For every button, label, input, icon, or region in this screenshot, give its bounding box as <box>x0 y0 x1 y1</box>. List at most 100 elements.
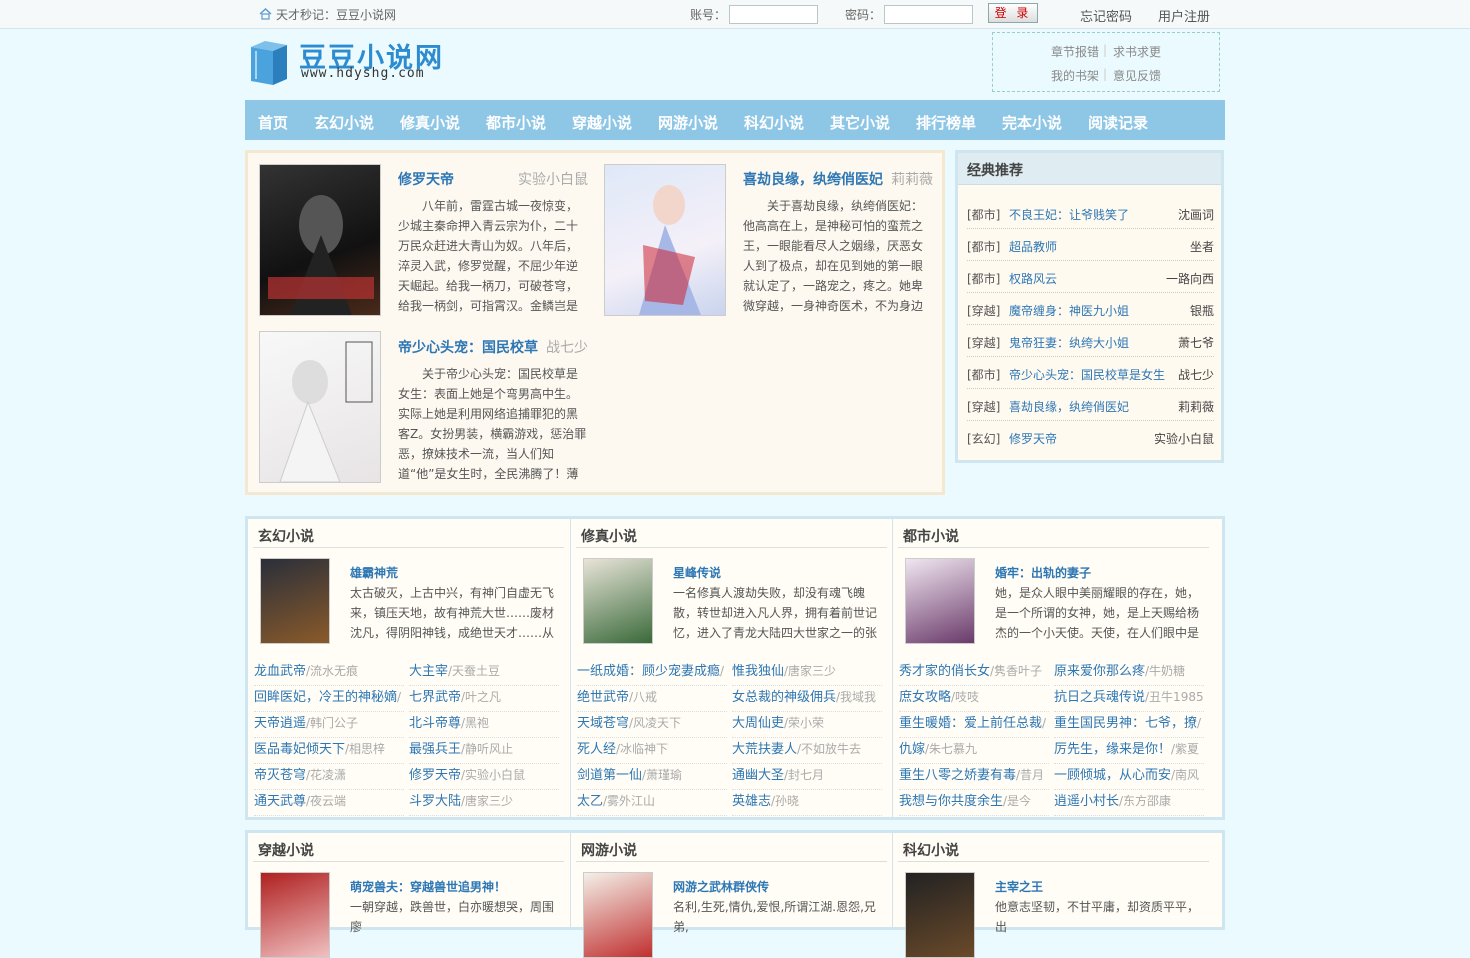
book-link[interactable]: 厉先生，缘来是你！ <box>1054 742 1171 757</box>
book-link[interactable]: 大周仙吏 <box>732 716 784 731</box>
book-title[interactable]: 喜劫良缘，纨绔俏医妃 <box>743 169 883 189</box>
book-cover[interactable] <box>905 872 975 958</box>
account-input[interactable] <box>729 5 818 24</box>
book-author[interactable]: 莉莉薇 <box>878 169 933 189</box>
category-heading[interactable]: 修真小说 <box>576 522 887 548</box>
book-link[interactable]: 帝灭苍穹 <box>254 768 306 783</box>
nav-qita[interactable]: 其它小说 <box>830 112 890 133</box>
nav-home[interactable]: 首页 <box>258 112 288 133</box>
list-item: 最强兵王/静听风止 <box>409 738 559 764</box>
book-link[interactable]: 重生暖婚：爱上前任总裁 <box>899 716 1042 731</box>
book-link[interactable]: 超品教师 <box>1009 238 1057 255</box>
book-link[interactable]: 医品毒妃倾天下 <box>254 742 345 757</box>
book-link[interactable]: 修罗天帝 <box>1009 430 1057 447</box>
category-heading[interactable]: 科幻小说 <box>898 836 1209 862</box>
book-link[interactable]: 死人经 <box>577 742 616 757</box>
book-title[interactable]: 星峰传说 <box>673 564 721 581</box>
nav-history[interactable]: 阅读记录 <box>1088 112 1148 133</box>
book-link[interactable]: 太乙 <box>577 794 603 809</box>
book-link[interactable]: 帝少心头宠：国民校草是女生 <box>1009 366 1165 383</box>
book-link[interactable]: 天域苍穹 <box>577 716 629 731</box>
book-link[interactable]: 通天武尊 <box>254 794 306 809</box>
book-title[interactable]: 网游之武林群侠传 <box>673 878 769 895</box>
category-heading[interactable]: 穿越小说 <box>253 836 564 862</box>
author-name: /我域我 <box>836 690 877 704</box>
author-name: /天蚕土豆 <box>448 664 501 678</box>
category-heading[interactable]: 玄幻小说 <box>253 522 564 548</box>
book-link[interactable]: 龙血武帝 <box>254 664 306 679</box>
book-link[interactable]: 重生八零之娇妻有毒 <box>899 768 1016 783</box>
nav-xuanhuan[interactable]: 玄幻小说 <box>314 112 374 133</box>
book-link[interactable]: 原来爱你那么疼 <box>1054 664 1145 679</box>
book-link[interactable]: 逍遥小村长 <box>1054 794 1119 809</box>
author-name: 莉莉薇 <box>1177 400 1214 414</box>
list-item: 通天武尊/夜云端 <box>254 790 404 816</box>
book-cover[interactable] <box>259 164 381 316</box>
book-link[interactable]: 大主宰 <box>409 664 448 679</box>
book-cover[interactable] <box>260 872 330 958</box>
category-heading[interactable]: 网游小说 <box>576 836 887 862</box>
category-heading[interactable]: 都市小说 <box>898 522 1209 548</box>
nav-kehuan[interactable]: 科幻小说 <box>744 112 804 133</box>
book-link[interactable]: 惟我独仙 <box>732 664 784 679</box>
nav-chuanyue[interactable]: 穿越小说 <box>572 112 632 133</box>
book-cover[interactable] <box>260 558 330 644</box>
book-link[interactable]: 七界武帝 <box>409 690 461 705</box>
nav-dushi[interactable]: 都市小说 <box>486 112 546 133</box>
book-link[interactable]: 秀才家的俏长女 <box>899 664 990 679</box>
book-link[interactable]: 英雄志 <box>732 794 771 809</box>
nav-wangyou[interactable]: 网游小说 <box>658 112 718 133</box>
book-link[interactable]: 我想与你共度余生 <box>899 794 1003 809</box>
book-title[interactable]: 萌宠兽夫：穿越兽世追男神！ <box>350 878 506 895</box>
book-author[interactable]: 战七少 <box>538 337 588 357</box>
book-link[interactable]: 女总裁的神级佣兵 <box>732 690 836 705</box>
book-link[interactable]: 庶女攻略 <box>899 690 951 705</box>
book-cover[interactable] <box>583 872 653 958</box>
login-button[interactable]: 登 录 <box>988 3 1038 23</box>
book-author[interactable]: 实验小白鼠 <box>478 169 588 189</box>
book-link[interactable]: 绝世武帝 <box>577 690 629 705</box>
book-title[interactable]: 婚牢：出轨的妻子 <box>995 564 1091 581</box>
register-link[interactable]: 用户注册 <box>1158 6 1210 25</box>
book-cover[interactable] <box>583 558 653 644</box>
book-cover[interactable] <box>604 164 726 316</box>
request-book-link[interactable]: 求书求更 <box>1113 43 1161 60</box>
nav-ranking[interactable]: 排行榜单 <box>916 112 976 133</box>
book-title[interactable]: 修罗天帝 <box>398 169 454 189</box>
book-cover[interactable] <box>259 331 381 483</box>
book-link[interactable]: 大荒扶妻人 <box>732 742 797 757</box>
book-link[interactable]: 一纸成婚：顾少宠妻成瘾 <box>577 664 720 679</box>
logo-book-icon[interactable] <box>247 37 289 87</box>
book-link[interactable]: 权路风云 <box>1009 270 1057 287</box>
nav-xiuzhen[interactable]: 修真小说 <box>400 112 460 133</box>
book-link[interactable]: 通幽大圣 <box>732 768 784 783</box>
book-title[interactable]: 雄霸神荒 <box>350 564 398 581</box>
home-icon[interactable] <box>259 8 272 20</box>
author-name: 实验小白鼠 <box>1153 432 1214 446</box>
book-link[interactable]: 剑道第一仙 <box>577 768 642 783</box>
author-name: /韩门公子 <box>306 716 359 730</box>
chapter-error-link[interactable]: 章节报错 <box>1051 43 1099 60</box>
book-link[interactable]: 斗罗大陆 <box>409 794 461 809</box>
book-link[interactable]: 北斗帝尊 <box>409 716 461 731</box>
book-link[interactable]: 不良王妃：让爷贱笑了 <box>1009 206 1129 223</box>
book-link[interactable]: 仇嫁 <box>899 742 925 757</box>
book-link[interactable]: 重生国民男神：七爷，撩 <box>1054 716 1197 731</box>
book-title[interactable]: 帝少心头宠：国民校草 <box>398 337 538 357</box>
book-link[interactable]: 鬼帝狂妻：纨绔大小姐 <box>1009 334 1129 351</box>
feedback-link[interactable]: 意见反馈 <box>1113 67 1161 84</box>
password-input[interactable] <box>884 5 973 24</box>
book-link[interactable]: 最强兵王 <box>409 742 461 757</box>
book-link[interactable]: 抗日之兵魂传说 <box>1054 690 1145 705</box>
book-title[interactable]: 主宰之王 <box>995 878 1043 895</box>
book-link[interactable]: 喜劫良缘，纨绔俏医妃 <box>1009 398 1129 415</box>
book-cover[interactable] <box>905 558 975 644</box>
book-link[interactable]: 魔帝缠身：神医九小姐 <box>1009 302 1129 319</box>
nav-finished[interactable]: 完本小说 <box>1002 112 1062 133</box>
book-link[interactable]: 修罗天帝 <box>409 768 461 783</box>
forgot-password-link[interactable]: 忘记密码 <box>1080 6 1132 25</box>
book-link[interactable]: 天帝逍遥 <box>254 716 306 731</box>
my-bookshelf-link[interactable]: 我的书架 <box>1051 67 1099 84</box>
book-link[interactable]: 一顾倾城，从心而安 <box>1054 768 1171 783</box>
book-link[interactable]: 回眸医妃，冷王的神秘嫡 <box>254 690 397 705</box>
